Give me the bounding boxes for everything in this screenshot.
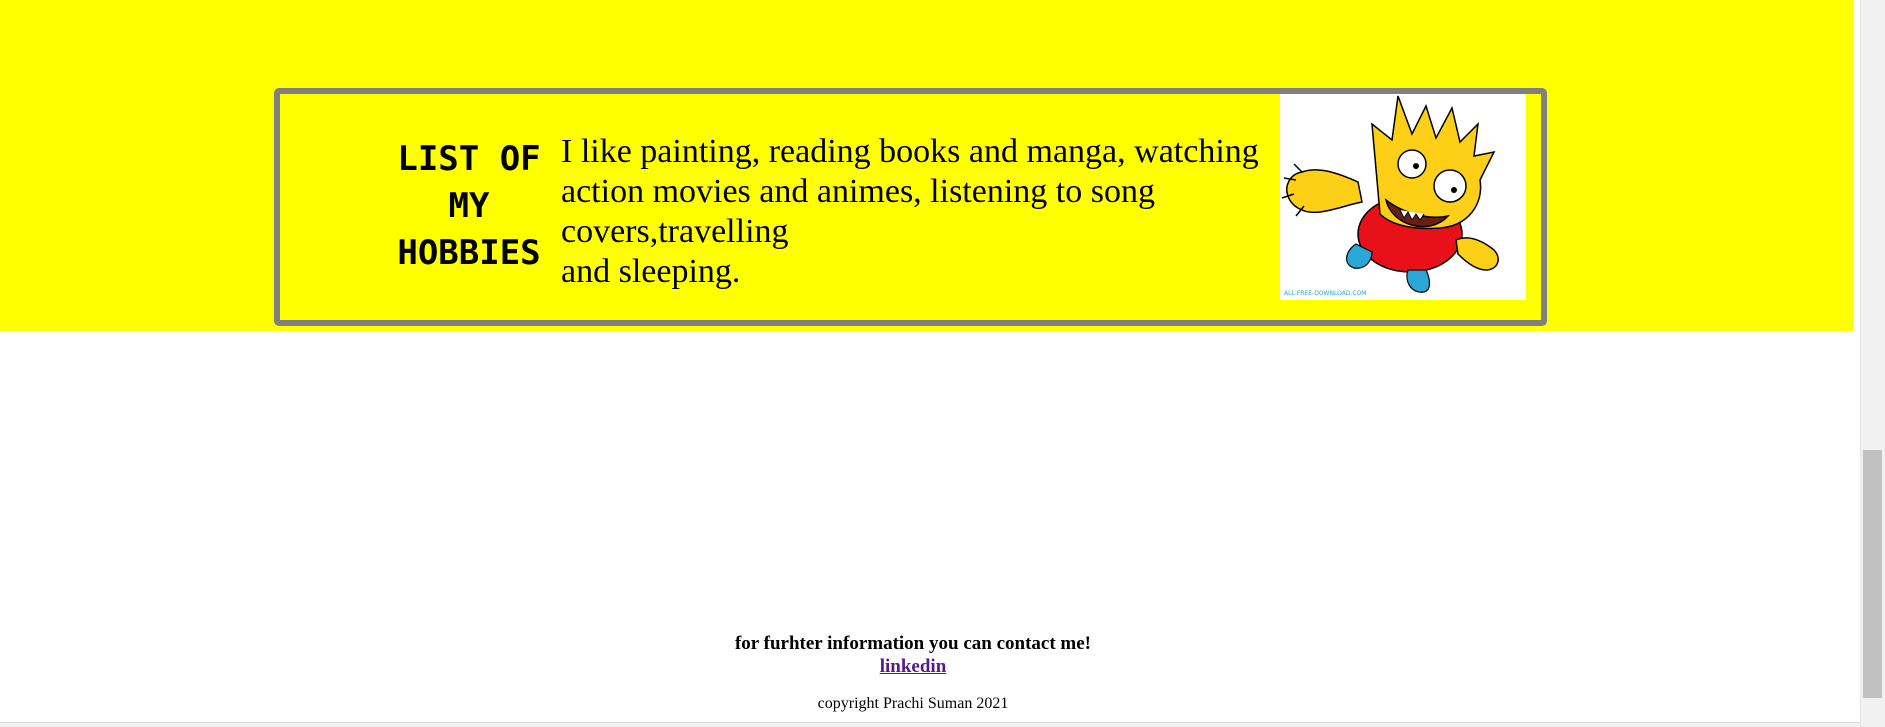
page: LIST OF MY HOBBIES I like painting, read… [0,0,1885,727]
hobbies-description: I like painting, reading books and manga… [561,132,1296,292]
hobbies-title: LIST OF MY HOBBIES [397,139,541,273]
vertical-scrollbar-thumb[interactable] [1863,450,1882,698]
hobbies-box: LIST OF MY HOBBIES I like painting, read… [274,88,1547,326]
footer: for furhter information you can contact … [0,632,1826,714]
horizontal-scrollbar[interactable] [0,722,1860,727]
linkedin-link[interactable]: linkedin [880,655,947,678]
bart-simpson-illustration: ALL-FREE-DOWNLOAD.COM [1281,95,1499,297]
image-watermark: ALL-FREE-DOWNLOAD.COM [1284,290,1366,297]
hobbies-line: action movies and animes, listening to s… [561,173,1155,210]
contact-text: for furhter information you can contact … [734,633,1091,654]
hobbies-line: covers,travelling [561,213,789,250]
copyright-text: copyright Prachi Suman 2021 [817,695,1009,712]
bart-simpson-image: ALL-FREE-DOWNLOAD.COM [1280,94,1526,300]
hobbies-section: LIST OF MY HOBBIES I like painting, read… [0,0,1853,331]
hobbies-line: and sleeping. [561,253,741,290]
hobbies-line: I like painting, reading books and manga… [561,133,1259,170]
